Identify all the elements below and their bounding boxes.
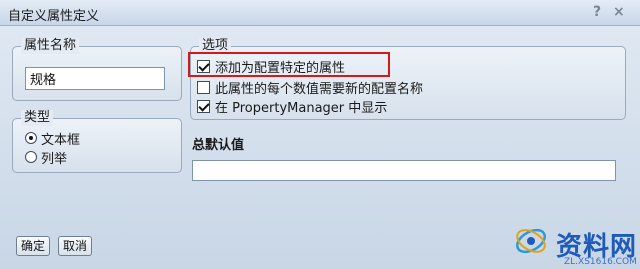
- highlight-annotation: [188, 52, 390, 77]
- textbox-radio[interactable]: [25, 132, 37, 144]
- default-value-label: 总默认值: [192, 138, 245, 153]
- watermark-site: ZL.XS1616.COM: [564, 257, 637, 267]
- option-show-in-propertymanager-label: 在 PropertyManager 中显示: [215, 100, 388, 116]
- help-icon[interactable]: ?: [593, 4, 601, 20]
- watermark-logo-icon: [516, 228, 546, 254]
- show-in-propertymanager-checkbox[interactable]: [197, 99, 210, 113]
- option-show-in-propertymanager[interactable]: 在 PropertyManager 中显示: [197, 97, 388, 116]
- property-name-label: 属性名称: [21, 38, 80, 54]
- type-group: 类型 文本框 列举: [12, 110, 182, 173]
- type-option-textbox-label: 文本框: [41, 132, 81, 148]
- type-option-list-label: 列举: [41, 151, 68, 167]
- option-new-config-name[interactable]: 此属性的每个数值需要新的配置名称: [197, 78, 424, 97]
- type-group-label: 类型: [21, 110, 54, 126]
- window-title: 自定义属性定义: [8, 9, 100, 24]
- close-icon[interactable]: ×: [613, 4, 625, 20]
- list-radio[interactable]: [25, 151, 37, 163]
- property-name-group: 属性名称: [12, 38, 182, 101]
- default-value-input[interactable]: [192, 160, 616, 181]
- new-config-name-checkbox[interactable]: [197, 80, 210, 94]
- type-option-textbox[interactable]: 文本框: [25, 129, 81, 148]
- cancel-button[interactable]: 取消: [58, 236, 92, 256]
- property-name-input[interactable]: [25, 67, 165, 90]
- option-new-config-name-label: 此属性的每个数值需要新的配置名称: [215, 81, 424, 97]
- type-option-list[interactable]: 列举: [25, 148, 68, 167]
- watermark: 资料网 ZL.XS1616.COM: [500, 216, 640, 269]
- title-bar: 自定义属性定义 ? ×: [0, 0, 640, 26]
- ok-button[interactable]: 确定: [16, 236, 50, 256]
